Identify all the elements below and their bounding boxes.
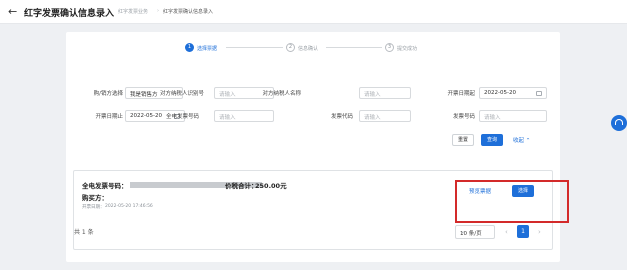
total-count: 共 1 条: [74, 229, 94, 236]
total-label: 价税合计：: [225, 182, 258, 190]
prev-page-icon[interactable]: ‹: [505, 228, 508, 236]
step-2-label: 信息确认: [298, 46, 319, 52]
page-size-select[interactable]: 10 条/页 ⌄: [455, 225, 495, 239]
counterparty-name-input[interactable]: 请输入: [359, 87, 411, 99]
date-end-label: 开票日期止: [95, 114, 123, 120]
customer-service-button[interactable]: [611, 115, 627, 131]
issue-date-label: 开票日期：: [82, 205, 105, 210]
headset-icon: [615, 119, 623, 125]
collapse-link[interactable]: 收起 ⌃: [513, 136, 530, 144]
buyer-seller-label: 购/销方选择: [93, 91, 123, 97]
page-number-current[interactable]: 1: [517, 225, 529, 238]
query-button[interactable]: 查询: [481, 134, 503, 146]
step-2-number: 2: [286, 43, 295, 52]
date-start-label: 开票日期起: [447, 91, 475, 97]
full-invoice-no-label: 全电发票号码: [165, 114, 199, 120]
reset-button[interactable]: 重置: [452, 134, 474, 146]
buyer-label: 购买方：: [82, 194, 108, 202]
date-start-picker[interactable]: 2022-05-20: [479, 87, 547, 99]
breadcrumb-separator: ›: [157, 8, 159, 14]
breadcrumb-item-parent[interactable]: 红字发票业务: [118, 8, 148, 15]
highlight-box: [455, 180, 569, 223]
top-bar: ← 红字发票确认信息录入 红字发票业务 › 红字发票确认信息录入: [0, 0, 627, 24]
step-3-number: 3: [385, 43, 394, 52]
full-invoice-no-input[interactable]: 请输入: [214, 110, 274, 122]
next-page-icon[interactable]: ›: [538, 228, 541, 236]
chevron-down-icon: ⌄: [460, 228, 466, 235]
breadcrumb-item-current: 红字发票确认信息录入: [163, 9, 214, 15]
step-indicator: 1 选择票据 2 信息确认 3 提交成功: [66, 32, 560, 62]
step-connector: [326, 47, 382, 48]
chevron-up-icon: ⌃: [525, 138, 531, 144]
issue-date-value: 2022-05-20 17:46:56: [105, 204, 153, 209]
page-title: 红字发票确认信息录入: [24, 9, 115, 19]
invoice-no-input[interactable]: 请输入: [479, 110, 547, 122]
invoice-code-input[interactable]: 请输入: [359, 110, 411, 122]
invoice-no-label: 发票号码: [452, 114, 475, 120]
counterparty-name-label: 对方纳税人名称: [262, 91, 301, 97]
calendar-icon: [536, 91, 542, 96]
step-connector: [226, 47, 283, 48]
invoice-no-result-label: 全电发票号码：: [82, 182, 128, 190]
step-3-label: 提交成功: [397, 46, 418, 52]
step-1-label: 选择票据: [197, 46, 218, 52]
invoice-code-label: 发票代码: [330, 114, 353, 120]
step-1-number: 1: [185, 43, 194, 52]
total-value: 250.00元: [255, 182, 287, 190]
back-arrow-icon[interactable]: ←: [8, 5, 17, 18]
counterparty-tax-id-label: 对方纳税人识别号: [159, 91, 204, 97]
